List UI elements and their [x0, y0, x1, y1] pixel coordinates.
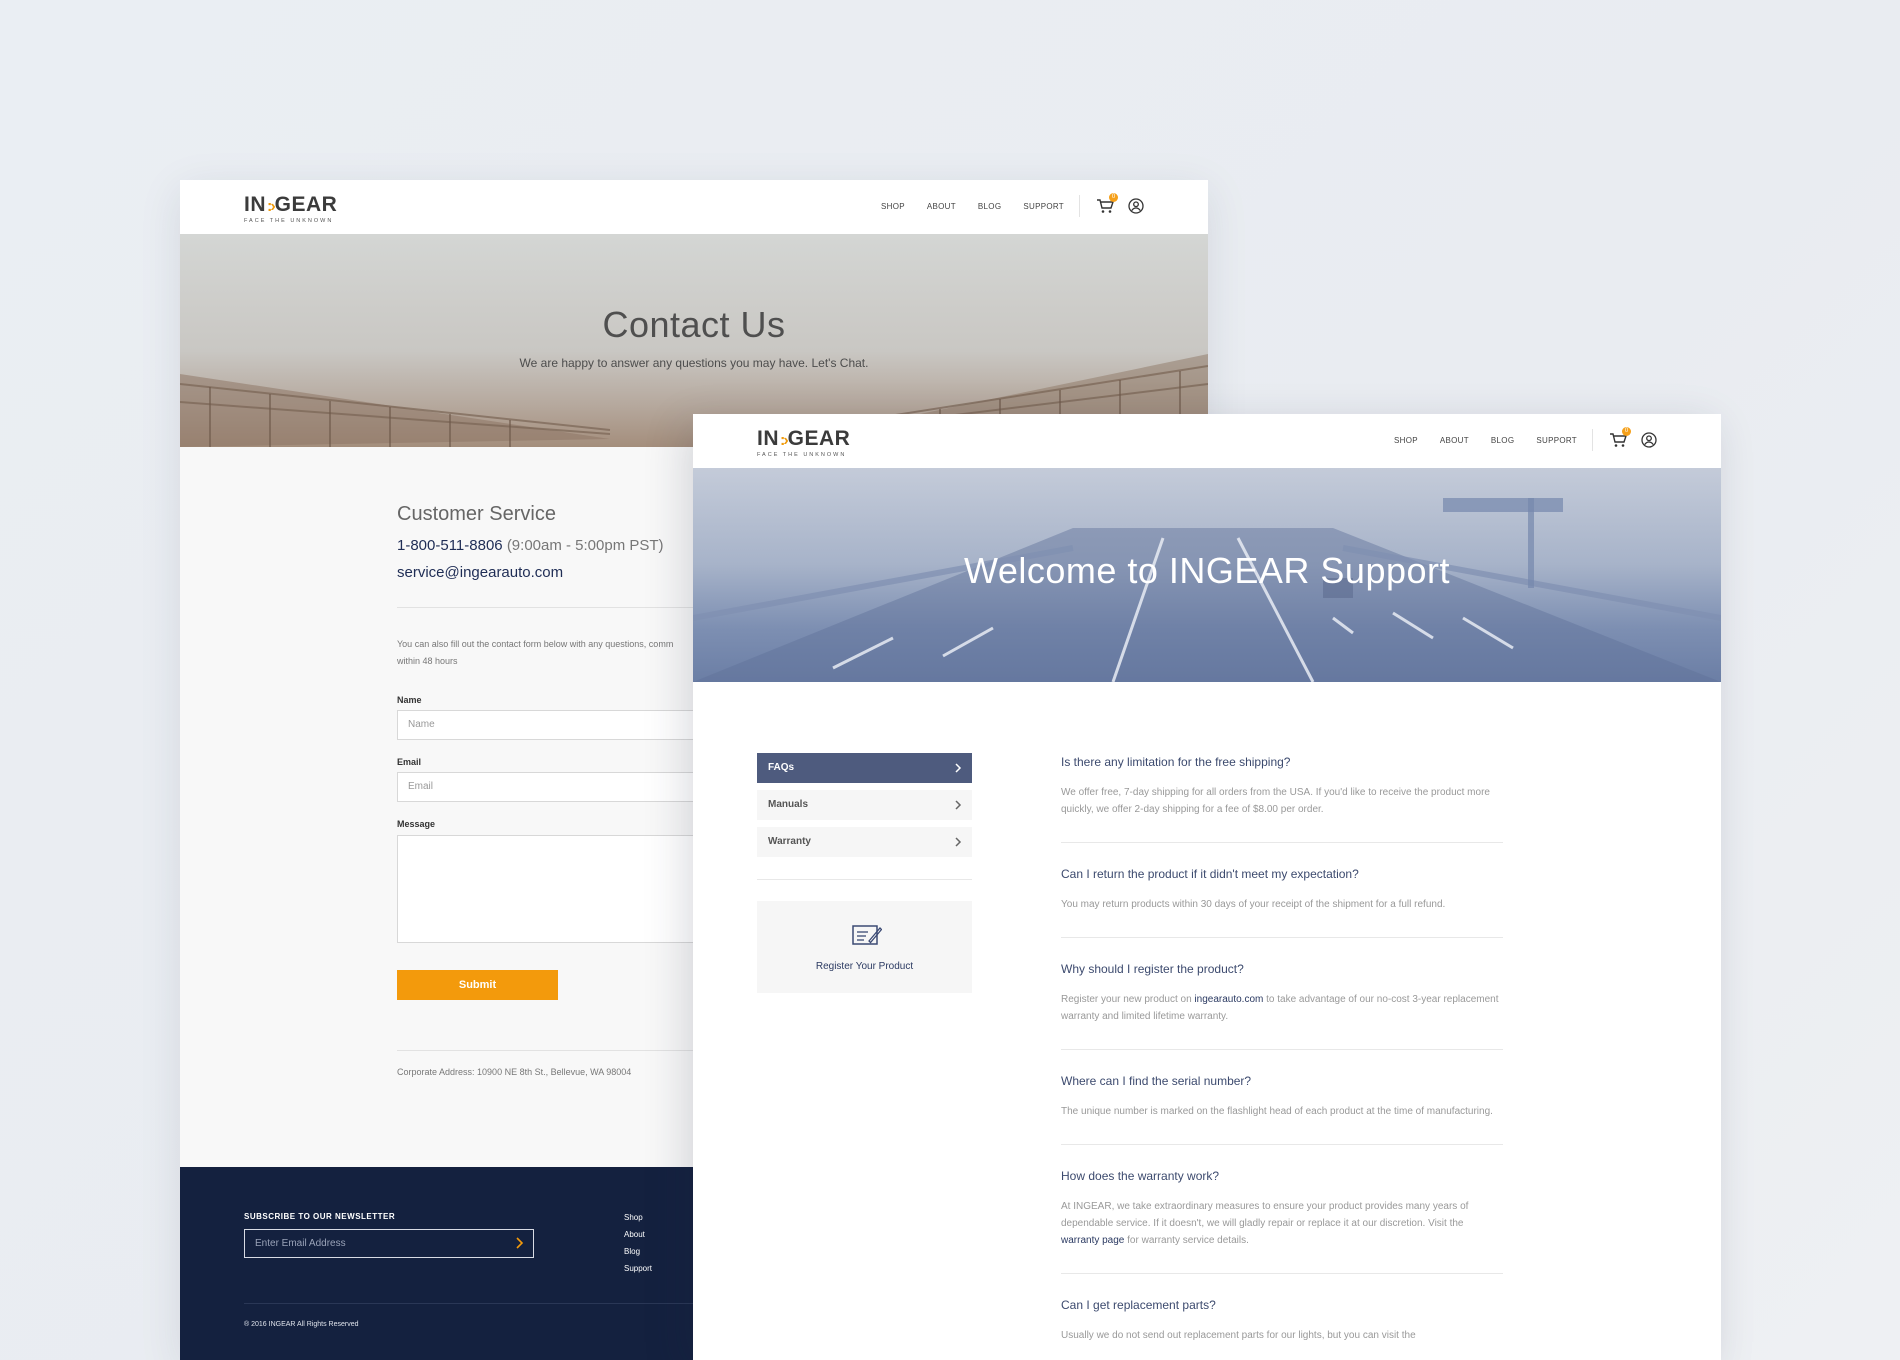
cart-count-badge: 0: [1109, 193, 1118, 202]
email-label: Email: [397, 757, 422, 767]
submit-button[interactable]: Submit: [397, 970, 558, 1000]
user-icon[interactable]: [1128, 198, 1144, 214]
faq-question[interactable]: How does the warranty work?: [1061, 1169, 1503, 1183]
faq-question[interactable]: Why should I register the product?: [1061, 962, 1503, 976]
nav-divider: [1079, 195, 1080, 217]
faq-question[interactable]: Is there any limitation for the free shi…: [1061, 755, 1503, 769]
website-link[interactable]: ingearauto.com: [1194, 994, 1263, 1005]
sidebar-item-label: FAQs: [768, 762, 795, 773]
footer-link-shop[interactable]: Shop: [624, 1209, 652, 1226]
customer-service-email[interactable]: service@ingearauto.com: [397, 564, 563, 581]
logo-text-left: IN: [244, 193, 266, 216]
chevron-right-icon[interactable]: [513, 1237, 525, 1249]
newsletter-email-input[interactable]: Enter Email Address: [244, 1229, 534, 1258]
site-header: IN:›GEAR FACE THE UNKNOWN SHOP ABOUT BLO…: [693, 414, 1721, 468]
cart-icon[interactable]: 0: [1096, 193, 1118, 214]
phone-number[interactable]: 1-800-511-8806: [397, 537, 503, 554]
faq-answer: The unique number is marked on the flash…: [1061, 1106, 1493, 1117]
faq-item: Is there any limitation for the free shi…: [1061, 755, 1503, 843]
site-logo[interactable]: IN:›GEAR FACE THE UNKNOWN: [244, 193, 344, 224]
nav-shop[interactable]: SHOP: [1394, 436, 1418, 445]
site-logo[interactable]: IN:›GEAR FACE THE UNKNOWN: [757, 427, 857, 458]
faq-item: Why should I register the product? Regis…: [1061, 962, 1503, 1050]
main-nav: SHOP ABOUT BLOG SUPPORT: [859, 202, 1064, 211]
nav-support[interactable]: SUPPORT: [1536, 436, 1577, 445]
message-label: Message: [397, 819, 436, 829]
sidebar-item-manuals[interactable]: Manuals: [757, 790, 972, 820]
faq-answer: You may return products within 30 days o…: [1061, 899, 1446, 910]
name-label: Name: [397, 695, 422, 705]
logo-tagline: FACE THE UNKNOWN: [244, 218, 334, 224]
faq-question[interactable]: Where can I find the serial number?: [1061, 1074, 1503, 1088]
nav-blog[interactable]: BLOG: [978, 202, 1001, 211]
faq-answer: Register your new product on ingearauto.…: [1061, 991, 1503, 1025]
contact-hero-title: Contact Us: [602, 304, 786, 345]
newsletter-title: SUBSCRIBE TO OUR NEWSLETTER: [244, 1212, 396, 1221]
footer-link-support[interactable]: Support: [624, 1260, 652, 1277]
nav-about[interactable]: ABOUT: [927, 202, 956, 211]
nav-support[interactable]: SUPPORT: [1023, 202, 1064, 211]
footer-copyright: ® 2016 INGEAR All Rights Reserved: [244, 1321, 359, 1328]
cart-icon[interactable]: 0: [1609, 427, 1631, 448]
register-product-icon: [852, 925, 882, 945]
faq-item: Where can I find the serial number? The …: [1061, 1074, 1503, 1145]
register-product-card[interactable]: Register Your Product: [757, 901, 972, 993]
main-nav: SHOP ABOUT BLOG SUPPORT: [1372, 436, 1577, 445]
sidebar-item-faqs[interactable]: FAQs: [757, 753, 972, 783]
faq-answer: Usually we do not send out replacement p…: [1061, 1330, 1416, 1341]
service-hours: (9:00am - 5:00pm PST): [506, 537, 664, 554]
customer-service-title: Customer Service: [397, 503, 556, 525]
corporate-address: Corporate Address: 10900 NE 8th St., Bel…: [397, 1067, 632, 1077]
faq-item: Can I get replacement parts? Usually we …: [1061, 1298, 1503, 1360]
logo-text-right: GEAR: [274, 193, 338, 216]
faq-answer: We offer free, 7-day shipping for all or…: [1061, 787, 1490, 815]
faq-question[interactable]: Can I return the product if it didn't me…: [1061, 867, 1503, 881]
newsletter-email-placeholder: Enter Email Address: [255, 1238, 346, 1249]
sidebar-item-warranty[interactable]: Warranty: [757, 827, 972, 857]
customer-service-phone: 1-800-511-8806 (9:00am - 5:00pm PST): [397, 537, 664, 554]
cart-count-badge: 0: [1622, 427, 1631, 436]
footer-link-blog[interactable]: Blog: [624, 1243, 652, 1260]
faq-item: Can I return the product if it didn't me…: [1061, 867, 1503, 938]
site-header: IN:›GEAR FACE THE UNKNOWN SHOP ABOUT BLO…: [180, 180, 1208, 234]
faq-answer-text: for warranty service details.: [1124, 1235, 1249, 1246]
contact-hero-subtitle: We are happy to answer any questions you…: [519, 356, 869, 370]
faq-question[interactable]: Can I get replacement parts?: [1061, 1298, 1503, 1312]
chevron-right-icon: [955, 763, 962, 773]
nav-divider: [1592, 429, 1593, 451]
sidebar-item-label: Manuals: [768, 799, 809, 810]
support-hero: Welcome to INGEAR Support: [693, 468, 1721, 682]
nav-about[interactable]: ABOUT: [1440, 436, 1469, 445]
faq-answer-text: At INGEAR, we take extraordinary measure…: [1061, 1201, 1469, 1229]
footer-link-about[interactable]: About: [624, 1226, 652, 1243]
faq-answer-text: Register your new product on: [1061, 994, 1195, 1005]
chevron-right-icon: [955, 837, 962, 847]
logo-dots-icon: :›: [267, 198, 276, 215]
chevron-right-icon: [955, 800, 962, 810]
sidebar-divider: [757, 879, 972, 880]
user-icon[interactable]: [1641, 432, 1657, 448]
faq-list: Is there any limitation for the free shi…: [1061, 755, 1503, 1360]
register-product-label: Register Your Product: [815, 961, 914, 972]
support-hero-title: Welcome to INGEAR Support: [963, 550, 1451, 591]
warranty-page-link[interactable]: warranty page: [1061, 1235, 1124, 1246]
sidebar-item-label: Warranty: [768, 836, 811, 847]
logo-text-right: GEAR: [787, 427, 851, 450]
logo-dots-icon: :›: [780, 432, 789, 449]
faq-item: How does the warranty work? At INGEAR, w…: [1061, 1169, 1503, 1274]
logo-text-left: IN: [757, 427, 779, 450]
support-page-card: IN:›GEAR FACE THE UNKNOWN SHOP ABOUT BLO…: [693, 414, 1721, 1360]
nav-shop[interactable]: SHOP: [881, 202, 905, 211]
logo-tagline: FACE THE UNKNOWN: [757, 452, 847, 458]
nav-blog[interactable]: BLOG: [1491, 436, 1514, 445]
footer-links: Shop About Blog Support: [624, 1209, 652, 1277]
faq-answer: At INGEAR, we take extraordinary measure…: [1061, 1198, 1503, 1249]
